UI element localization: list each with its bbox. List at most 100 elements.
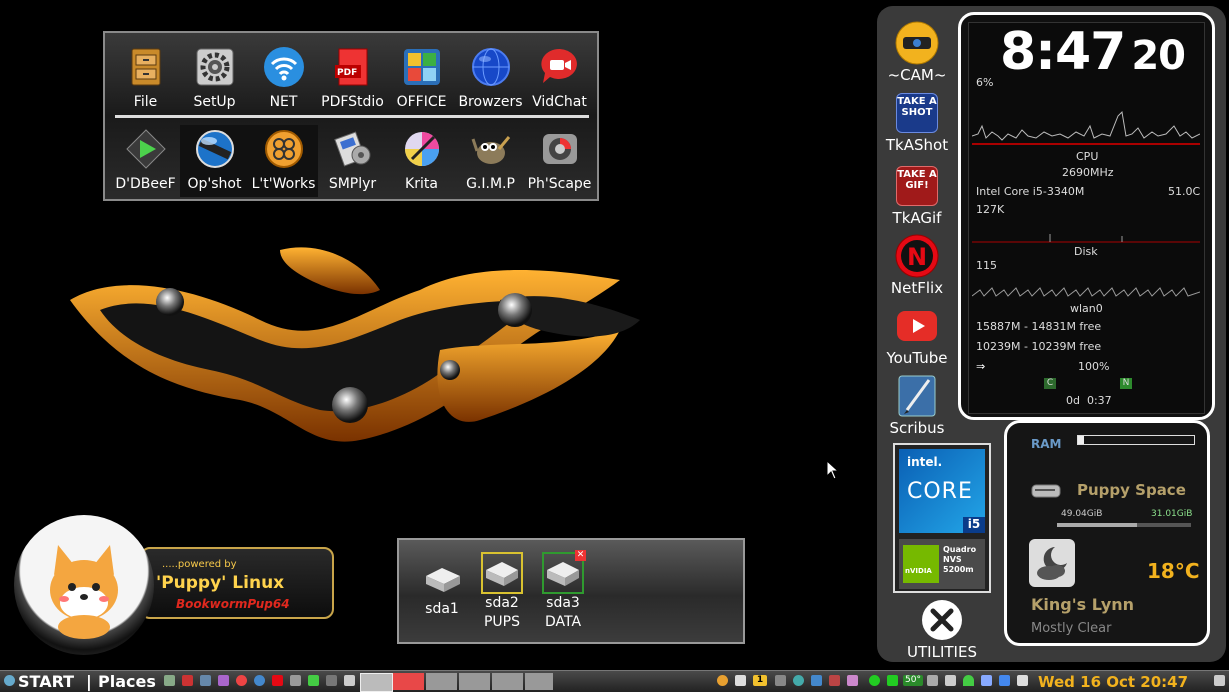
ram-bar	[1077, 435, 1195, 445]
quicklaunch-camera-icon[interactable]	[290, 675, 301, 686]
launcher-krita[interactable]: Krita	[387, 125, 456, 197]
workspace-5[interactable]	[492, 673, 523, 690]
tray-display-icon[interactable]	[999, 675, 1010, 686]
quicklaunch-terminal-icon[interactable]	[182, 675, 193, 686]
dock-scribus-label: Scribus	[889, 419, 945, 437]
quicklaunch-files-icon[interactable]	[164, 675, 175, 686]
scribus-icon	[895, 374, 939, 418]
take-a-shot-icon: TAKE A SHOT	[895, 91, 939, 135]
places-menu[interactable]: Places	[98, 672, 156, 691]
dock-youtube[interactable]: YouTube	[877, 304, 957, 367]
workspace-2[interactable]	[393, 673, 424, 690]
netflix-icon: N	[895, 234, 939, 278]
launcher-pdfstudio[interactable]: PDF PDFStdio	[318, 43, 387, 115]
tray-clipboard-icon[interactable]	[811, 675, 822, 686]
launcher-setup[interactable]: SetUp	[180, 43, 249, 115]
launcher-file[interactable]: File	[111, 43, 180, 115]
screenshot-icon	[194, 128, 236, 170]
tray-update-badge[interactable]: 1	[753, 675, 767, 686]
hardware-badges: intel. CORE i5 nVIDIA Quadro NVS 5200m	[893, 443, 991, 593]
quicklaunch-player-icon[interactable]	[308, 675, 319, 686]
tray-power-icon[interactable]	[847, 675, 858, 686]
launcher-opshot[interactable]: Op'shot	[180, 125, 249, 197]
disk-label: Disk	[1074, 245, 1098, 258]
quicklaunch-editor-icon[interactable]	[200, 675, 211, 686]
launcher-browsers-label: Browzers	[458, 94, 523, 110]
office-icon	[401, 46, 443, 88]
drive-sda3[interactable]: ✕ sda3 DATA	[532, 550, 594, 632]
nvidia-model: Quadro NVS 5200m	[943, 545, 977, 574]
memory-line-1: 15887M - 14831M free	[976, 320, 1102, 333]
launcher-net[interactable]: NET	[249, 43, 318, 115]
app-launcher-panel: File SetUp NET PDF PDFStdio OFFICE Browz…	[103, 31, 599, 201]
take-a-shot-badge: TAKE A SHOT	[896, 93, 938, 133]
workspace-4[interactable]	[459, 673, 490, 690]
drive-sda2[interactable]: sda2 PUPS	[471, 552, 533, 632]
launcher-row-2: D'DBeeF Op'shot L't'Works SMPlyr Krita G…	[111, 125, 594, 197]
quicklaunch-chat-icon[interactable]	[254, 675, 265, 686]
pdf-icon: PDF	[332, 46, 374, 88]
dock-utilities[interactable]: UTILITIES	[900, 598, 984, 661]
tray-play-icon[interactable]	[775, 675, 786, 686]
tray-wifi-icon[interactable]	[963, 675, 974, 686]
taskbar: START | Places 1 50° Wed 16 Oct 20:47	[0, 670, 1229, 692]
tray-screenshot-icon[interactable]	[829, 675, 840, 686]
ram-bar-fill	[1078, 436, 1084, 444]
disk-rate: 127K	[976, 203, 1005, 216]
nvidia-logo-icon	[903, 545, 939, 583]
launcher-browsers[interactable]: Browzers	[456, 43, 525, 115]
launcher-photoscape-label: Ph'Scape	[527, 176, 592, 192]
launcher-photoscape[interactable]: Ph'Scape	[525, 125, 594, 197]
workspace-3[interactable]	[426, 673, 457, 690]
tray-shield-icon[interactable]	[869, 675, 880, 686]
dock-netflix[interactable]: N NetFlix	[877, 234, 957, 297]
launcher-gimp[interactable]: G.I.M.P	[456, 125, 525, 197]
dock-takeagif[interactable]: TAKE A GIF! TkAGif	[877, 164, 957, 227]
dock-utilities-label: UTILITIES	[907, 643, 977, 661]
tray-drive-icon[interactable]	[981, 675, 992, 686]
quicklaunch-browser-icon[interactable]	[236, 675, 247, 686]
workspace-1[interactable]	[360, 673, 393, 692]
drives-panel: sda1 sda2 PUPS ✕ sda3 DATA	[397, 538, 745, 644]
tray-battery-icon[interactable]	[887, 675, 898, 686]
clock: 8:47 20	[1000, 22, 1186, 82]
launcher-ddbeef[interactable]: D'DBeeF	[111, 125, 180, 197]
launcher-vidchat[interactable]: VidChat	[525, 43, 594, 115]
start-button[interactable]: START	[18, 672, 74, 691]
space-bar-fill	[1057, 523, 1138, 527]
tray-volume-level[interactable]: 50°	[903, 675, 923, 686]
launcher-row-1: File SetUp NET PDF PDFStdio OFFICE Browz…	[111, 43, 594, 115]
intel-core-badge: intel. CORE i5	[899, 449, 985, 533]
drive-sda1[interactable]: sda1	[411, 558, 473, 619]
dock-takeashot[interactable]: TAKE A SHOT TkAShot	[877, 91, 957, 154]
launcher-office[interactable]: OFFICE	[387, 43, 456, 115]
tray-keyboard-icon[interactable]	[1017, 675, 1028, 686]
svg-text:PDF: PDF	[337, 68, 357, 78]
launcher-net-label: NET	[269, 94, 298, 110]
launcher-vidchat-label: VidChat	[532, 94, 587, 110]
tray-sync-icon[interactable]	[793, 675, 804, 686]
launcher-ltworks[interactable]: L't'Works	[249, 125, 318, 197]
launcher-file-label: File	[133, 94, 158, 110]
tray-chrome-icon[interactable]	[717, 675, 728, 686]
dock-scribus[interactable]: Scribus	[877, 374, 957, 437]
taskbar-divider: |	[86, 672, 92, 691]
tray-network-monitor-icon[interactable]	[945, 675, 956, 686]
hard-drive-icon	[1031, 483, 1061, 503]
video-chat-icon	[539, 46, 581, 88]
dock-cam[interactable]: ~CAM~	[877, 21, 957, 84]
taskbar-datetime[interactable]: Wed 16 Oct 20:47	[1038, 673, 1188, 691]
workspace-6[interactable]	[525, 673, 553, 690]
quicklaunch-desktop-icon[interactable]	[344, 675, 355, 686]
quicklaunch-netflix-icon[interactable]	[272, 675, 283, 686]
drive-sda1-label: sda1	[425, 601, 459, 617]
quicklaunch-app-icon[interactable]	[218, 675, 229, 686]
quicklaunch-screenshot-icon[interactable]	[326, 675, 337, 686]
tray-search-icon[interactable]	[927, 675, 938, 686]
tray-app-icon[interactable]	[735, 675, 746, 686]
launcher-smplayer[interactable]: SMPlyr	[318, 125, 387, 197]
launcher-office-label: OFFICE	[396, 94, 447, 110]
mouse-pointer-icon	[826, 460, 840, 480]
cpu-percent: 6%	[976, 76, 994, 89]
show-desktop-icon[interactable]	[1214, 675, 1225, 686]
